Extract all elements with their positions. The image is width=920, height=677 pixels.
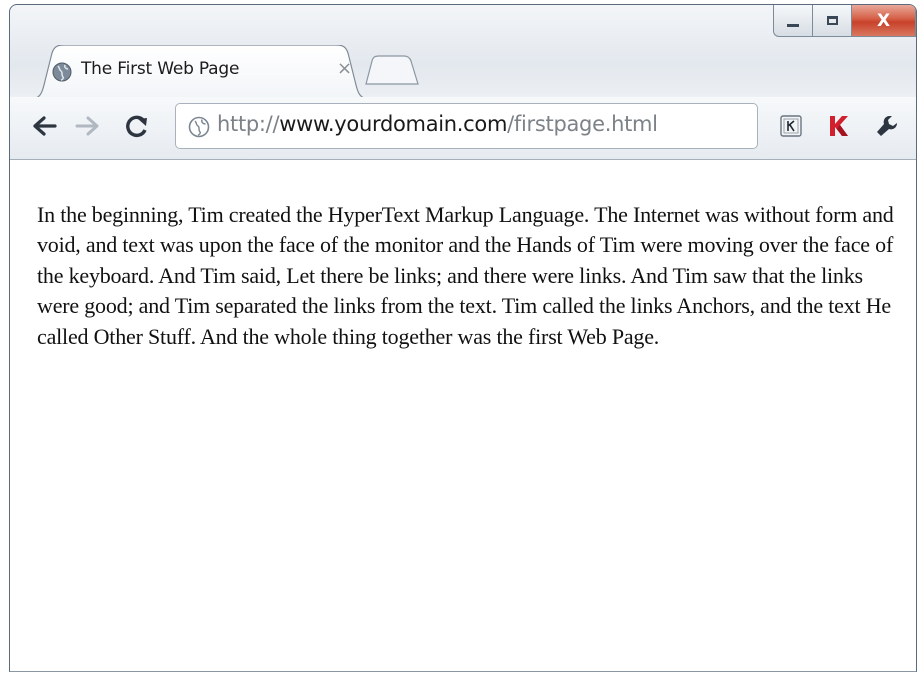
close-window-button[interactable]: X — [851, 5, 916, 37]
globe-icon — [52, 62, 72, 82]
forward-arrow-icon — [75, 116, 99, 136]
navigation-toolbar: http://www.yourdomain.com/firstpage.html — [10, 97, 916, 160]
address-bar[interactable]: http://www.yourdomain.com/firstpage.html — [175, 103, 758, 149]
kaspersky-virtual-keyboard-icon — [780, 115, 802, 137]
tab-close-icon[interactable]: × — [337, 58, 352, 79]
browser-window: X The First Web Page × http://www.yourdo… — [9, 4, 917, 672]
tab-first-web-page[interactable]: The First Web Page × — [30, 45, 370, 99]
page-info-globe-icon[interactable] — [188, 116, 210, 138]
virtual-keyboard-extension-button[interactable] — [776, 111, 806, 141]
url-scheme: http:// — [217, 112, 280, 136]
kaspersky-extension-button[interactable] — [824, 111, 854, 141]
back-button[interactable] — [30, 111, 60, 141]
url-path: /firstpage.html — [507, 112, 658, 136]
maximize-icon — [826, 16, 838, 25]
tab-title: The First Web Page — [81, 59, 240, 79]
reload-button[interactable] — [122, 111, 152, 141]
url-host: www.yourdomain.com — [279, 112, 508, 136]
minimize-button[interactable] — [773, 5, 812, 37]
page-body-text: In the beginning, Tim created the HyperT… — [37, 202, 894, 349]
new-tab-button[interactable] — [364, 55, 420, 85]
kaspersky-icon — [830, 116, 848, 136]
reload-icon — [126, 115, 147, 138]
settings-wrench-button[interactable] — [872, 111, 902, 141]
window-controls: X — [773, 5, 916, 38]
page-viewport: In the beginning, Tim created the HyperT… — [10, 160, 916, 671]
wrench-icon — [877, 115, 898, 136]
close-window-icon: X — [876, 10, 891, 31]
forward-button[interactable] — [72, 111, 102, 141]
minimize-icon — [787, 23, 799, 27]
maximize-button[interactable] — [812, 5, 851, 37]
back-arrow-icon — [33, 116, 57, 136]
url-text[interactable]: http://www.yourdomain.com/firstpage.html — [217, 112, 658, 136]
